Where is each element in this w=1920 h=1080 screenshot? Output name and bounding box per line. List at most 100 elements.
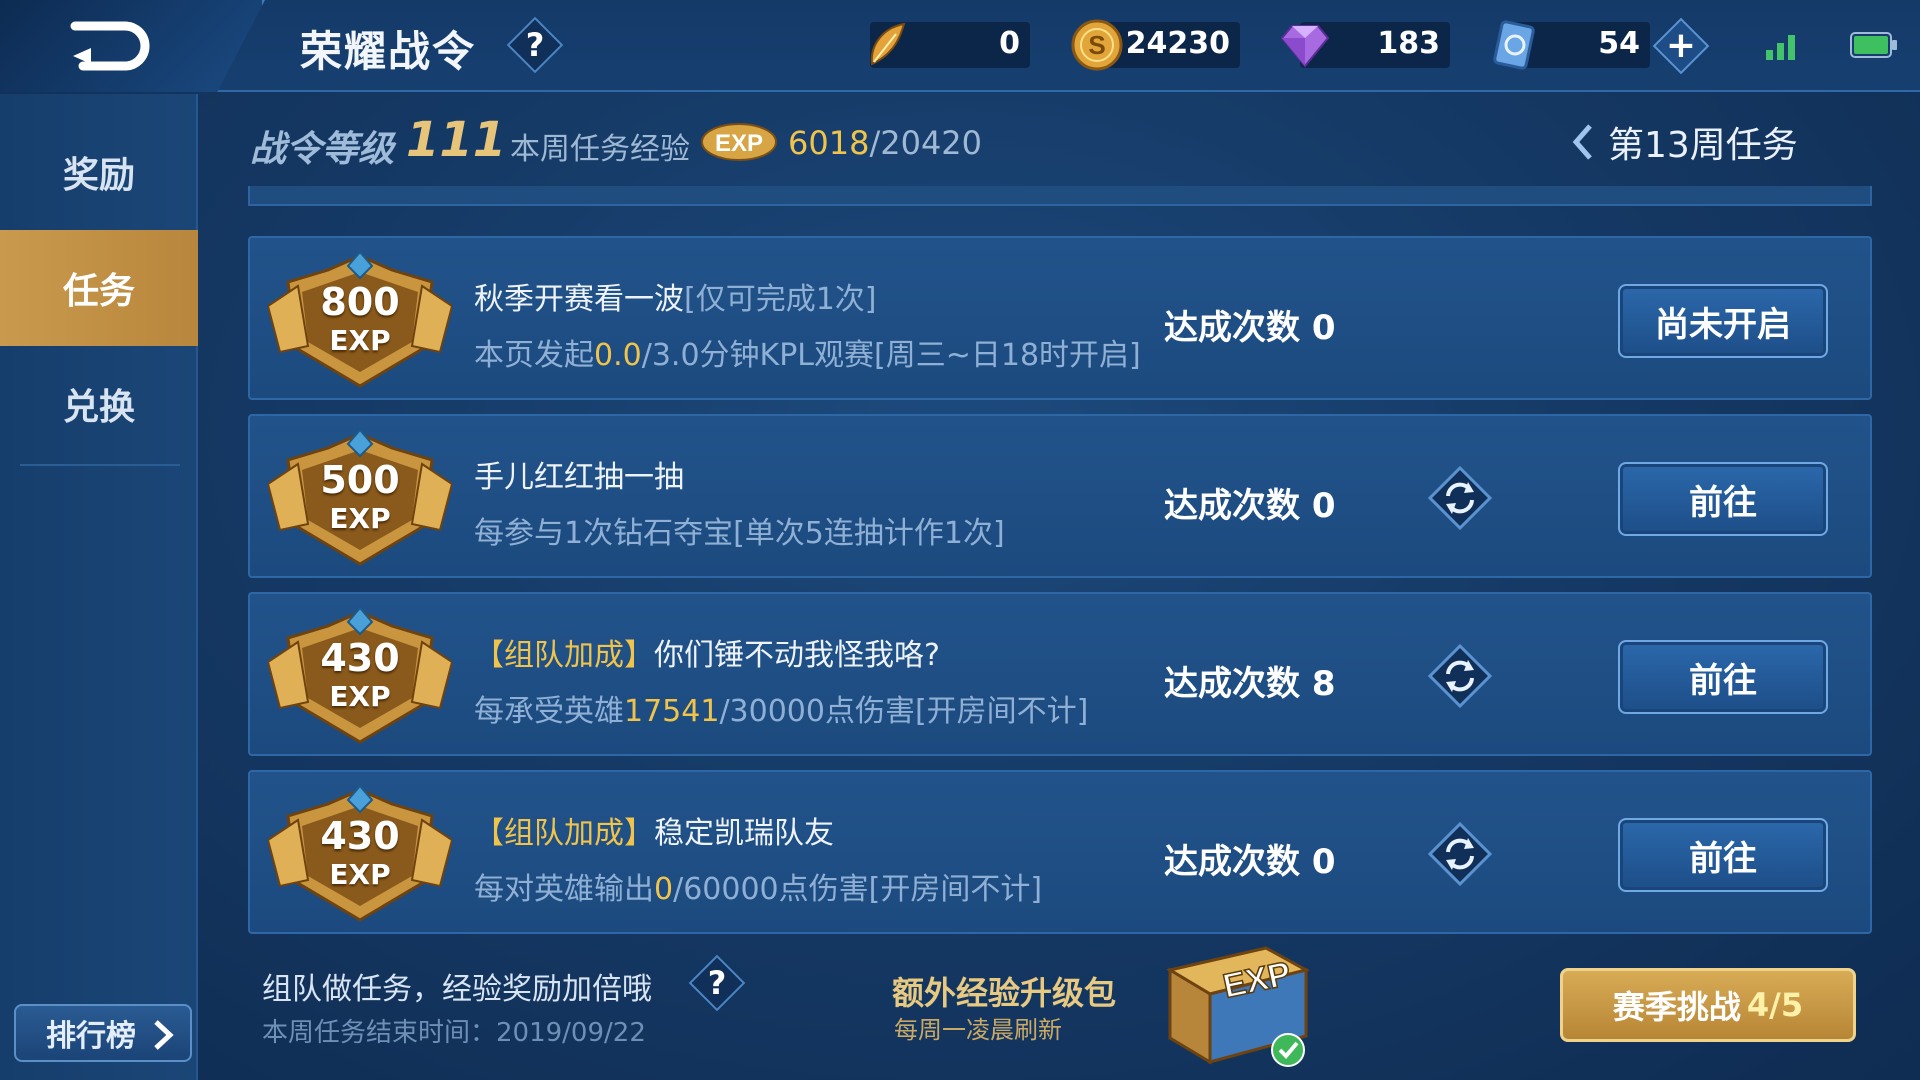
sidebar-item-label: 兑换	[62, 387, 135, 428]
task-row: 800 EXP 秋季开赛看一波[仅可完成1次] 本页发起0.0/3.0分钟KPL…	[248, 236, 1872, 400]
feather-icon	[870, 22, 906, 66]
task-name: 手儿红红抽一抽	[474, 460, 684, 495]
sidebar-item-label: 奖励	[62, 155, 135, 196]
exp-badge-text: EXP	[715, 130, 763, 157]
leaderboard-label: 排行榜	[46, 1019, 136, 1054]
task-desc-prefix: 本页发起	[474, 338, 594, 373]
task-desc-progress: 17541	[624, 694, 720, 729]
task-list[interactable]: 800 EXP 秋季开赛看一波[仅可完成1次] 本页发起0.0/3.0分钟KPL…	[246, 186, 1874, 938]
sidebar-item-rewards[interactable]: 奖励	[0, 114, 198, 230]
task-desc-suffix: /60000点伤害[开房间不计]	[673, 872, 1043, 907]
plus-icon: +	[1665, 25, 1697, 66]
refresh-icon[interactable]	[1428, 822, 1492, 886]
count-label: 达成次数	[1164, 486, 1300, 526]
task-name: 你们锤不动我怪我咯?	[654, 638, 940, 673]
task-row: 430 EXP 【组队加成】你们锤不动我怪我咯? 每承受英雄17541/3000…	[248, 592, 1872, 756]
task-description: 本页发起0.0/3.0分钟KPL观赛[周三~日18时开启]	[474, 330, 1141, 374]
season-challenge-progress: 4/5	[1746, 986, 1804, 1024]
exp-pack-title: 额外经验升级包	[892, 974, 1117, 1012]
week-label: 第13周任务	[1608, 125, 1798, 166]
task-completion-count: 达成次数 0	[1164, 834, 1336, 883]
task-row: 500 EXP 手儿红红抽一抽 每参与1次钻石夺宝[单次5连抽计作1次] 达成次…	[248, 414, 1872, 578]
task-completion-count: 达成次数 8	[1164, 656, 1336, 705]
sidebar-item-tasks[interactable]: 任务	[0, 230, 198, 346]
task-tag: 【组队加成】	[474, 638, 654, 673]
task-title: 秋季开赛看一波[仅可完成1次]	[474, 274, 877, 318]
count-label: 达成次数	[1164, 664, 1300, 704]
task-desc-prefix: 每参与1次钻石夺宝[单次5连抽计作1次]	[474, 516, 1005, 551]
task-title: 【组队加成】稳定凯瑞队友	[474, 808, 834, 852]
task-completion-count: 达成次数 0	[1164, 300, 1336, 349]
team-bonus-tip: 组队做任务，经验奖励加倍哦	[262, 972, 652, 1007]
count-label: 达成次数	[1164, 842, 1300, 882]
gold-coin-icon: S	[1071, 19, 1123, 71]
top-bar: 荣耀战令 ? 0 24230 S 183 54 +	[0, 0, 1920, 92]
task-name: 秋季开赛看一波	[474, 282, 684, 317]
task-title: 【组队加成】你们锤不动我怪我咯?	[474, 630, 940, 674]
task-exp-amount: 430	[320, 636, 400, 680]
weekly-exp-label: 本周任务经验	[510, 132, 690, 167]
task-desc-prefix: 每对英雄输出	[474, 872, 654, 907]
task-exp-unit: EXP	[329, 680, 391, 713]
count-value: 0	[1311, 486, 1336, 526]
task-go-button[interactable]: 前往	[1618, 818, 1828, 892]
pass-level-label: 战令等级	[250, 129, 395, 170]
count-value: 8	[1311, 664, 1336, 704]
task-desc-prefix: 每承受英雄	[474, 694, 624, 729]
task-exp-amount: 430	[320, 814, 400, 858]
count-value: 0	[1311, 308, 1336, 348]
task-not-open-button[interactable]: 尚未开启	[1618, 284, 1828, 358]
task-completion-count: 达成次数 0	[1164, 478, 1336, 527]
voucher-icon	[1493, 20, 1535, 70]
task-exp-amount: 500	[320, 458, 400, 502]
task-description: 每参与1次钻石夺宝[单次5连抽计作1次]	[474, 508, 1005, 552]
week-selector[interactable]: 第13周任务	[1570, 116, 1798, 168]
add-currency-button[interactable]: +	[1655, 20, 1707, 72]
leaderboard-button[interactable]: 排行榜	[14, 1004, 192, 1062]
diamond-icon	[1280, 25, 1330, 68]
back-icon[interactable]	[65, 18, 155, 74]
task-name: 稳定凯瑞队友	[654, 816, 834, 851]
count-label: 达成次数	[1164, 308, 1300, 348]
svg-text:S: S	[1088, 30, 1105, 60]
footer-help-button[interactable]: ?	[692, 958, 742, 1008]
task-desc-progress: 0.0	[594, 338, 642, 373]
signal-icon	[1766, 35, 1795, 60]
page-title: 荣耀战令	[300, 27, 477, 76]
currency-feather-value: 0	[999, 26, 1020, 61]
sidebar: 奖励 任务 兑换	[0, 94, 198, 1080]
sidebar-item-exchange[interactable]: 兑换	[0, 346, 198, 462]
week-end-time: 本周任务结束时间：2019/09/22	[262, 1018, 646, 1048]
task-desc-suffix: /3.0分钟KPL观赛[周三~日18时开启]	[641, 338, 1141, 373]
task-exp-amount: 800	[320, 280, 400, 324]
sidebar-item-label: 任务	[62, 271, 135, 312]
currency-diamond-value: 183	[1377, 26, 1440, 61]
task-note: [仅可完成1次]	[684, 282, 877, 317]
count-value: 0	[1311, 842, 1336, 882]
refresh-icon[interactable]	[1428, 466, 1492, 530]
currency-voucher-value: 54	[1598, 26, 1640, 61]
help-button[interactable]: ?	[510, 20, 560, 70]
exp-badge-icon: EXP	[701, 123, 777, 161]
exp-pack-chest-icon[interactable]: EXP	[1156, 940, 1316, 1070]
help-icon: ?	[525, 26, 545, 64]
weekly-exp-value: 6018/20420	[788, 124, 982, 162]
weekly-exp-current: 6018	[788, 124, 870, 162]
task-row-partial	[248, 186, 1872, 206]
refresh-icon[interactable]	[1428, 644, 1492, 708]
season-challenge-label: 赛季挑战	[1612, 988, 1741, 1026]
back-button-area[interactable]	[0, 0, 265, 92]
task-exp-unit: EXP	[329, 502, 391, 535]
chevron-right-icon	[154, 1020, 174, 1050]
season-challenge-button[interactable]: 赛季挑战 4/5	[1560, 968, 1856, 1042]
task-go-button[interactable]: 前往	[1618, 462, 1828, 536]
exp-pack-refresh-note: 每周一凌晨刷新	[894, 1016, 1062, 1044]
chevron-left-icon	[1572, 124, 1592, 160]
task-go-button[interactable]: 前往	[1618, 640, 1828, 714]
currency-gold-value: 24230	[1125, 26, 1230, 61]
task-exp-unit: EXP	[329, 324, 391, 357]
task-description: 每对英雄输出0/60000点伤害[开房间不计]	[474, 864, 1042, 908]
weekly-exp-total: /20420	[869, 124, 983, 162]
task-desc-suffix: /30000点伤害[开房间不计]	[719, 694, 1089, 729]
task-exp-unit: EXP	[329, 858, 391, 891]
